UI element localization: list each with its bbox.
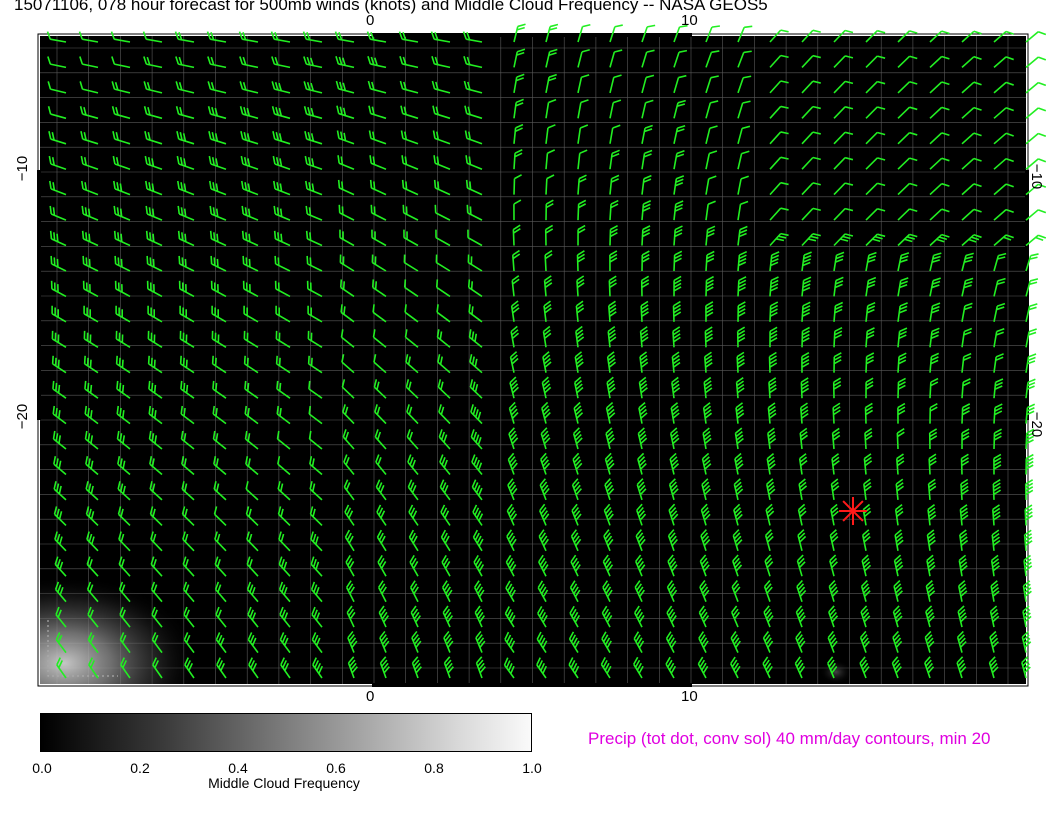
top-tick-0: 0: [366, 12, 375, 29]
wind-barb: [1025, 107, 1047, 119]
right-tick-minus10: −10: [1028, 163, 1046, 190]
colorbar-tick: 0.8: [424, 760, 444, 776]
wind-barb: [1024, 479, 1034, 500]
colorbar-tick: 0.2: [130, 760, 150, 776]
wind-barb: [1025, 453, 1034, 475]
wind-map: [37, 23, 1047, 687]
wind-barb: [1025, 30, 1047, 43]
precip-note: Precip (tot dot, conv sol) 40 mm/day con…: [588, 729, 991, 748]
cloud-patch-small: [820, 660, 852, 684]
wind-barb: [1025, 56, 1047, 69]
wind-barb: [1023, 529, 1033, 551]
wind-barb: [1024, 504, 1033, 526]
cloud-patch: [40, 580, 200, 684]
colorbar-title: Middle Cloud Frequency: [208, 775, 360, 791]
frame-tick-bottom: [372, 683, 692, 687]
bottom-tick-0: 0: [366, 688, 375, 705]
cyclone-marker: [839, 497, 867, 525]
colorbar-tick: 0.0: [32, 760, 52, 776]
colorbar-tick: 0.4: [228, 760, 248, 776]
wind-barb: [1025, 132, 1047, 145]
colorbar-tick: 1.0: [522, 760, 542, 776]
wind-barb: [1025, 81, 1047, 94]
colorbar-tick: 0.6: [326, 760, 346, 776]
right-tick-minus20: −20: [1028, 411, 1046, 438]
bottom-tick-10: 10: [681, 688, 698, 705]
colorbar: [40, 713, 532, 752]
frame-tick-left: [37, 170, 41, 420]
top-tick-10: 10: [681, 12, 698, 29]
left-tick-minus20: −20: [14, 403, 32, 430]
left-tick-minus10: −10: [14, 155, 32, 182]
